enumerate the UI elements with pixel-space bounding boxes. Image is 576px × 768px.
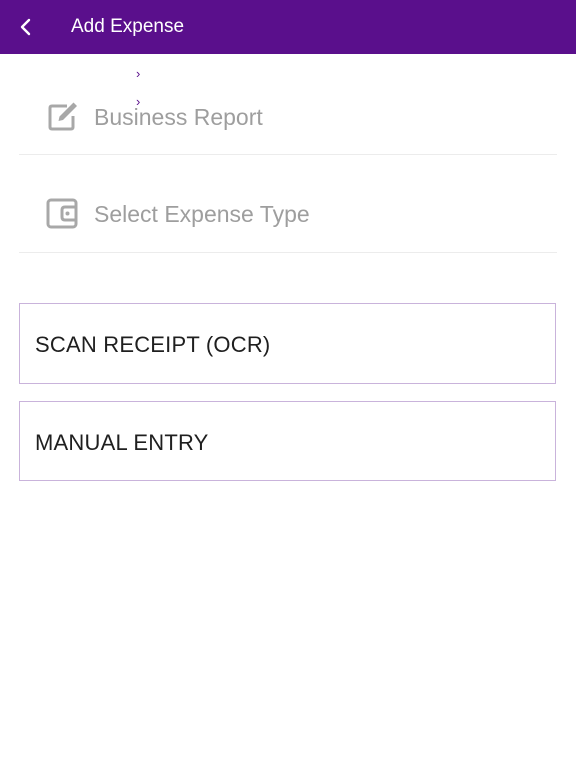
business-report-placeholder: Business Report: [94, 104, 263, 130]
chevron-left-icon: [20, 18, 31, 36]
business-report-field[interactable]: Business Report: [19, 58, 557, 155]
scan-receipt-button[interactable]: SCAN RECEIPT (OCR): [19, 303, 556, 384]
manual-entry-button[interactable]: MANUAL ENTRY: [19, 401, 556, 481]
expense-type-field[interactable]: Select Expense Type: [19, 156, 557, 253]
scan-receipt-label: SCAN RECEIPT (OCR): [35, 332, 271, 357]
page-title: Add Expense: [71, 16, 185, 37]
app-bar: Add Expense: [0, 0, 576, 54]
expense-type-placeholder: Select Expense Type: [94, 201, 310, 227]
wallet-icon: [46, 198, 78, 229]
edit-icon: [48, 102, 77, 131]
manual-entry-label: MANUAL ENTRY: [35, 430, 209, 455]
back-button[interactable]: [12, 13, 40, 41]
add-expense-screen: Add Expense › › Business Report Select E…: [0, 0, 576, 768]
